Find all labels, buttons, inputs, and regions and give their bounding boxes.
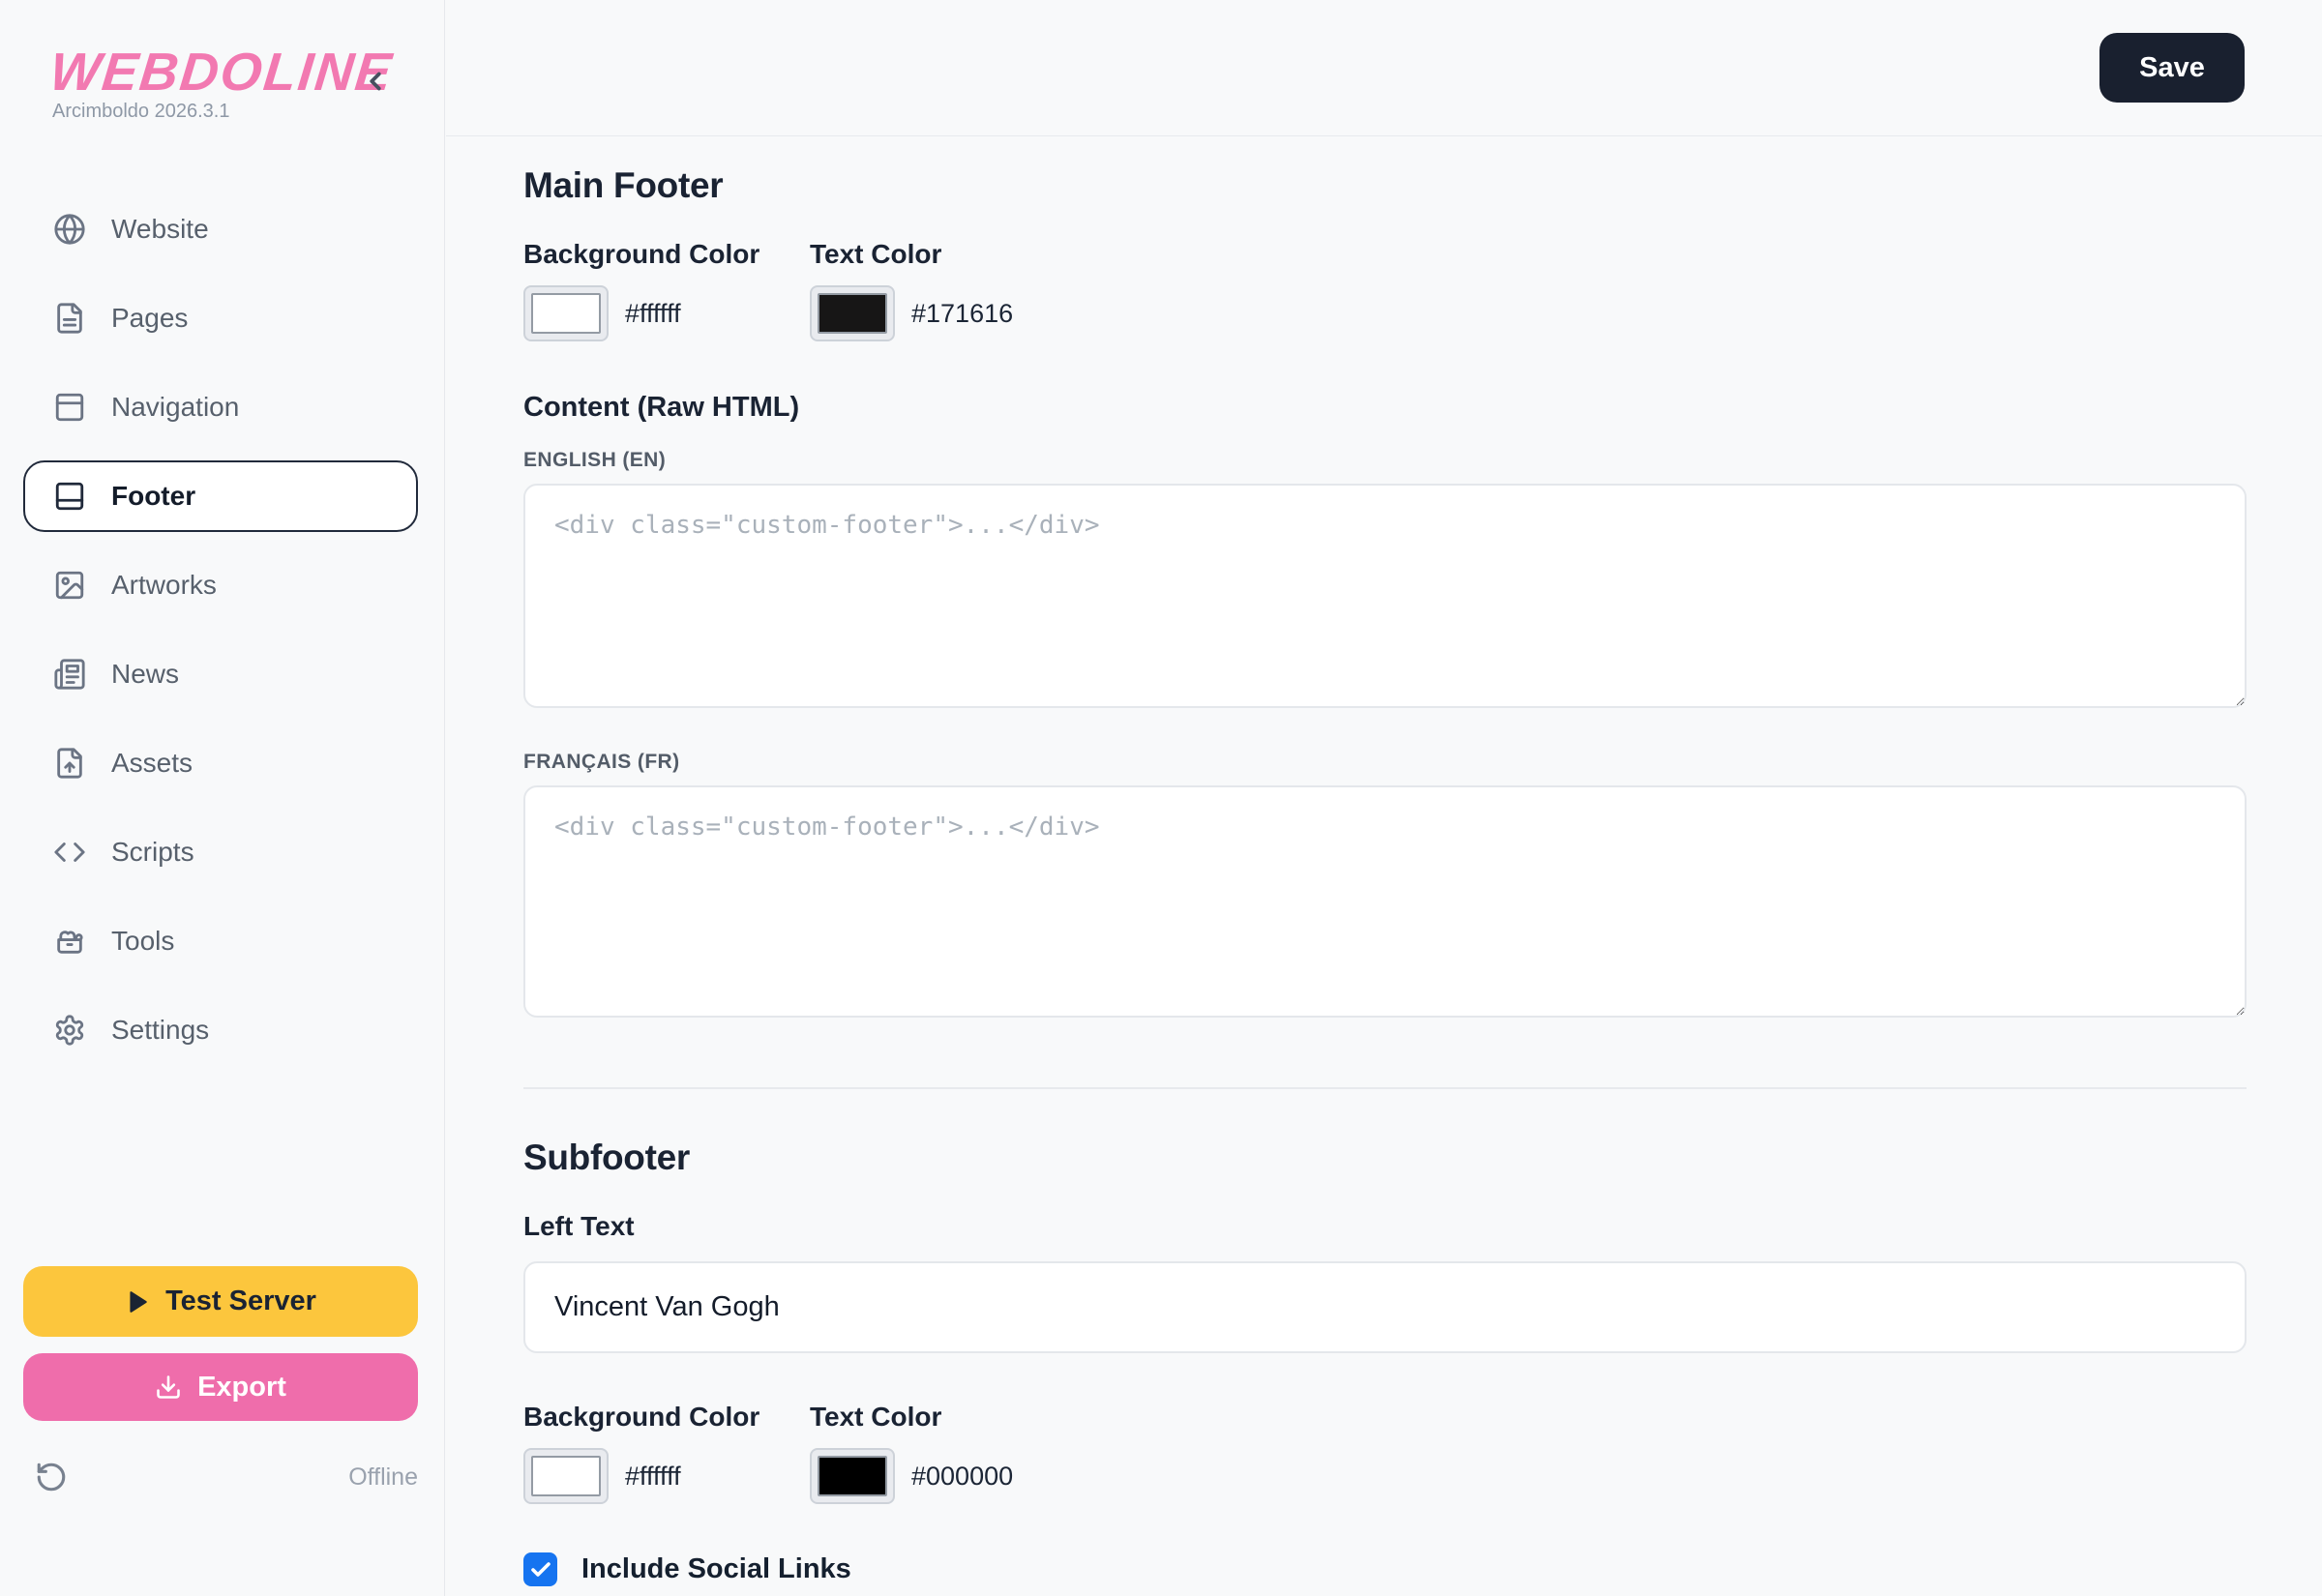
text-color-swatch bbox=[818, 293, 887, 334]
sidebar-item-label: Settings bbox=[111, 1015, 209, 1046]
gear-icon bbox=[53, 1014, 86, 1047]
sidebar-collapse-button[interactable] bbox=[354, 60, 397, 103]
sidebar-item-label: Assets bbox=[111, 748, 193, 779]
subfooter-text-color-value: #000000 bbox=[911, 1462, 1013, 1492]
content-raw-html-label: Content (Raw HTML) bbox=[523, 392, 2247, 424]
subfooter-bg-color-picker[interactable] bbox=[523, 1448, 609, 1504]
panel-bottom-icon bbox=[53, 480, 86, 513]
check-icon bbox=[529, 1558, 552, 1581]
section-title-main-footer: Main Footer bbox=[523, 165, 2247, 206]
file-up-icon bbox=[53, 747, 86, 780]
sidebar-item-pages[interactable]: Pages bbox=[23, 282, 418, 354]
sidebar-item-label: Pages bbox=[111, 303, 188, 334]
export-button[interactable]: Export bbox=[23, 1353, 418, 1421]
panel-top-icon bbox=[53, 391, 86, 424]
bg-color-value: #ffffff bbox=[625, 299, 681, 329]
status-row: Offline bbox=[23, 1458, 418, 1496]
sidebar-item-label: Footer bbox=[111, 481, 195, 512]
newspaper-icon bbox=[53, 658, 86, 691]
topbar: Save bbox=[446, 0, 2322, 136]
globe-icon bbox=[53, 213, 86, 246]
chevron-left-icon bbox=[361, 67, 390, 96]
english-content-textarea[interactable] bbox=[523, 484, 2247, 708]
subfooter-bg-color-label: Background Color bbox=[523, 1402, 810, 1433]
image-icon bbox=[53, 569, 86, 602]
sidebar-item-footer[interactable]: Footer bbox=[23, 460, 418, 532]
include-social-links-label: Include Social Links bbox=[581, 1553, 851, 1585]
download-icon bbox=[155, 1374, 182, 1401]
sidebar-footer: Test Server Export Offline bbox=[23, 1266, 418, 1496]
sidebar-item-scripts[interactable]: Scripts bbox=[23, 816, 418, 888]
sidebar-item-assets[interactable]: Assets bbox=[23, 727, 418, 799]
left-text-label: Left Text bbox=[523, 1211, 2247, 1242]
app-logo: WEBDOLINE bbox=[47, 41, 397, 103]
subfooter-text-color-swatch bbox=[818, 1456, 887, 1496]
test-server-button[interactable]: Test Server bbox=[23, 1266, 418, 1337]
text-color-value: #171616 bbox=[911, 299, 1013, 329]
include-social-links-checkbox[interactable] bbox=[523, 1552, 557, 1586]
francais-fr-label: FRANÇAIS (FR) bbox=[523, 751, 2247, 774]
include-social-links-row: Include Social Links bbox=[523, 1552, 2247, 1586]
file-text-icon bbox=[53, 302, 86, 335]
main-footer-color-row: Background Color #ffffff Text Color #171… bbox=[523, 239, 2247, 341]
sidebar-item-tools[interactable]: Tools bbox=[23, 905, 418, 977]
toolbox-icon bbox=[53, 925, 86, 958]
connection-status: Offline bbox=[348, 1463, 418, 1492]
subfooter-bg-color-swatch bbox=[531, 1456, 601, 1496]
main-footer-bg-field: Background Color #ffffff bbox=[523, 239, 810, 341]
bg-color-picker[interactable] bbox=[523, 285, 609, 341]
subfooter-text-color-label: Text Color bbox=[810, 1402, 1013, 1433]
text-color-picker[interactable] bbox=[810, 285, 895, 341]
text-color-label: Text Color bbox=[810, 239, 1013, 270]
rotate-ccw-icon bbox=[35, 1461, 68, 1493]
sidebar-item-settings[interactable]: Settings bbox=[23, 994, 418, 1066]
sidebar: WEBDOLINE Arcimboldo 2026.3.1 Website Pa… bbox=[0, 0, 445, 1596]
bg-color-label: Background Color bbox=[523, 239, 810, 270]
main-content: Main Footer Background Color #ffffff Tex… bbox=[446, 136, 2322, 1596]
save-button[interactable]: Save bbox=[2099, 33, 2245, 103]
app-version: Arcimboldo 2026.3.1 bbox=[52, 101, 229, 123]
english-en-label: ENGLISH (EN) bbox=[523, 449, 2247, 472]
subfooter-text-field: Text Color #000000 bbox=[810, 1402, 1013, 1504]
sidebar-item-label: Tools bbox=[111, 926, 174, 957]
sidebar-item-label: News bbox=[111, 659, 179, 690]
section-title-subfooter: Subfooter bbox=[523, 1138, 2247, 1178]
test-server-label: Test Server bbox=[165, 1286, 316, 1317]
sidebar-item-artworks[interactable]: Artworks bbox=[23, 549, 418, 621]
bg-color-swatch bbox=[531, 293, 601, 334]
sidebar-item-label: Artworks bbox=[111, 570, 217, 601]
play-icon bbox=[125, 1289, 150, 1315]
sidebar-item-navigation[interactable]: Navigation bbox=[23, 371, 418, 443]
code-icon bbox=[53, 836, 86, 869]
sidebar-item-news[interactable]: News bbox=[23, 638, 418, 710]
subfooter-bg-field: Background Color #ffffff bbox=[523, 1402, 810, 1504]
section-divider bbox=[523, 1087, 2247, 1089]
subfooter-text-color-picker[interactable] bbox=[810, 1448, 895, 1504]
subfooter-color-row: Background Color #ffffff Text Color #000… bbox=[523, 1402, 2247, 1504]
sidebar-item-website[interactable]: Website bbox=[23, 193, 418, 265]
sidebar-item-label: Scripts bbox=[111, 837, 194, 868]
sidebar-item-label: Website bbox=[111, 214, 209, 245]
sidebar-nav: Website Pages Navigation Footer Artworks bbox=[0, 193, 444, 1083]
french-content-textarea[interactable] bbox=[523, 785, 2247, 1018]
refresh-button[interactable] bbox=[35, 1461, 68, 1493]
sidebar-item-label: Navigation bbox=[111, 392, 239, 423]
main-footer-text-field: Text Color #171616 bbox=[810, 239, 1013, 341]
left-text-input[interactable] bbox=[523, 1261, 2247, 1353]
subfooter-bg-color-value: #ffffff bbox=[625, 1462, 681, 1492]
export-label: Export bbox=[197, 1372, 286, 1404]
